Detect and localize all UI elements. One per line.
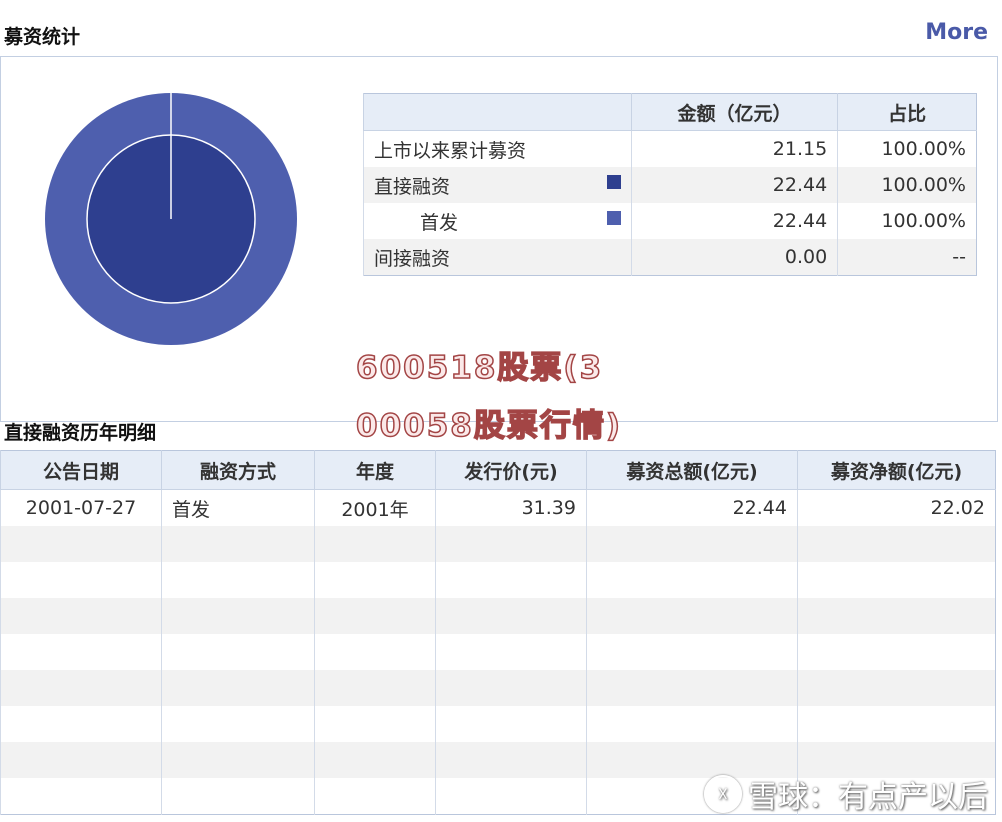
summary-ratio: -- [837,239,977,276]
table-row-empty [0,562,996,598]
col-announce-date: 公告日期 [0,450,162,490]
summary-row-direct: 直接融资 22.44 100.00% [363,167,977,203]
summary-amount: 22.44 [630,167,838,203]
table-row: 2001-07-27 首发 2001年 31.39 22.44 22.02 [0,489,996,526]
col-total-raised: 募资总额(亿元) [586,450,798,490]
summary-col-ratio: 占比 [837,93,977,131]
summary-header-row: 金额（亿元） 占比 [363,93,977,131]
summary-col-blank [363,93,632,131]
cell-net: 22.02 [797,489,996,526]
cell-price: 31.39 [435,489,587,526]
section-title-direct-financing-history: 直接融资历年明细 [4,422,157,444]
table-row-empty [0,706,996,742]
summary-table: 金额（亿元） 占比 上市以来累计募资 21.15 100.00% 直接融资 22… [363,93,977,276]
direct-financing-table: 公告日期 融资方式 年度 发行价(元) 募资总额(亿元) 募资净额(亿元) 20… [0,450,996,815]
headline-watermark-line1: 600518股票(3 [355,349,604,387]
summary-label-cell: 直接融资 [363,167,632,203]
table-row-empty [0,526,996,562]
table-row-empty [0,598,996,634]
col-method: 融资方式 [161,450,315,490]
cell-year: 2001年 [314,489,436,526]
summary-label: 直接融资 [374,175,451,198]
col-issue-price: 发行价(元) [435,450,587,490]
summary-amount: 22.44 [630,203,838,239]
summary-row-indirect: 间接融资 0.00 -- [363,239,977,276]
summary-label: 间接融资 [363,239,632,276]
legend-swatch-ipo [606,210,621,225]
summary-ratio: 100.00% [837,203,977,239]
cell-total: 22.44 [586,489,798,526]
detail-header-row: 公告日期 融资方式 年度 发行价(元) 募资总额(亿元) 募资净额(亿元) [0,450,996,490]
summary-col-amount: 金额（亿元） [630,93,838,131]
cell-method: 首发 [161,489,315,526]
source-watermark: ☓ 雪球：有点产以后 [704,772,988,816]
summary-label: 首发 [420,211,459,234]
more-link[interactable]: More [925,20,988,45]
table-row-empty [0,670,996,706]
xueqiu-logo-icon: ☓ [704,775,742,813]
headline-watermark-line2: 00058股票行情) [355,407,623,445]
summary-ratio: 100.00% [837,130,977,167]
col-net-raised: 募资净额(亿元) [797,450,996,490]
table-row-empty [0,634,996,670]
summary-row-ipo: 首发 22.44 100.00% [363,203,977,239]
summary-amount: 21.15 [630,130,838,167]
legend-swatch-direct [606,174,621,189]
cell-date: 2001-07-27 [0,489,162,526]
fundraising-donut-chart [45,93,297,345]
section-title-fundraising: 募资统计 [4,26,81,48]
summary-label: 上市以来累计募资 [363,130,632,167]
summary-label-cell: 首发 [363,203,632,239]
summary-ratio: 100.00% [837,167,977,203]
col-year: 年度 [314,450,436,490]
summary-row-cumulative: 上市以来累计募资 21.15 100.00% [363,130,977,167]
source-watermark-text: 雪球：有点产以后 [748,780,988,815]
summary-amount: 0.00 [630,239,838,276]
